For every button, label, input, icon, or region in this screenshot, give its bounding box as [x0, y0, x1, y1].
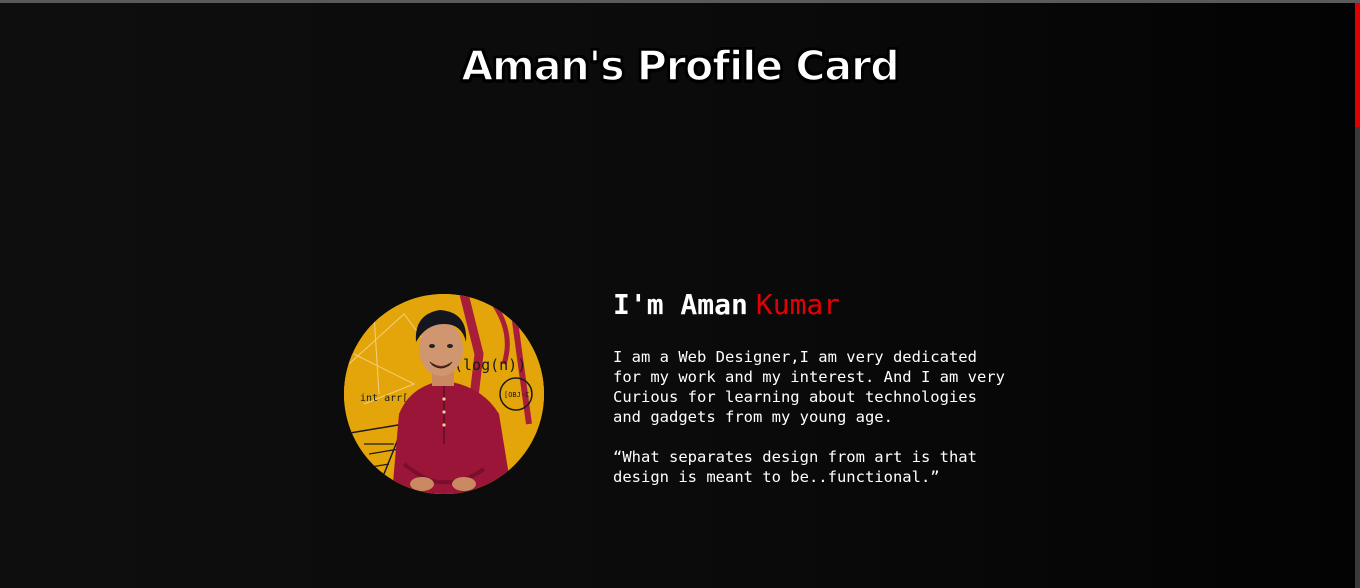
profile-content: I'm Aman Kumar I am a Web Designer,I am v…: [613, 288, 1013, 487]
quote-text: “What separates design from art is that …: [613, 448, 977, 486]
photo-text-arr: int arr[: [360, 393, 408, 404]
name-first: I'm Aman: [613, 288, 748, 321]
name-heading: I'm Aman Kumar: [613, 288, 1013, 322]
photo-text-log: (log(n)): [454, 356, 526, 374]
avatar: (log(n)) int arr[ [OBJ-C]: [344, 294, 544, 494]
page-title: Aman's Profile Card: [461, 41, 901, 91]
bio-text: I am a Web Designer,I am very dedicated …: [613, 348, 1005, 426]
profile-photo: (log(n)) int arr[ [OBJ-C]: [344, 294, 544, 494]
photo-text-obj: [OBJ-C]: [504, 391, 534, 399]
name-last: Kumar: [755, 288, 841, 321]
